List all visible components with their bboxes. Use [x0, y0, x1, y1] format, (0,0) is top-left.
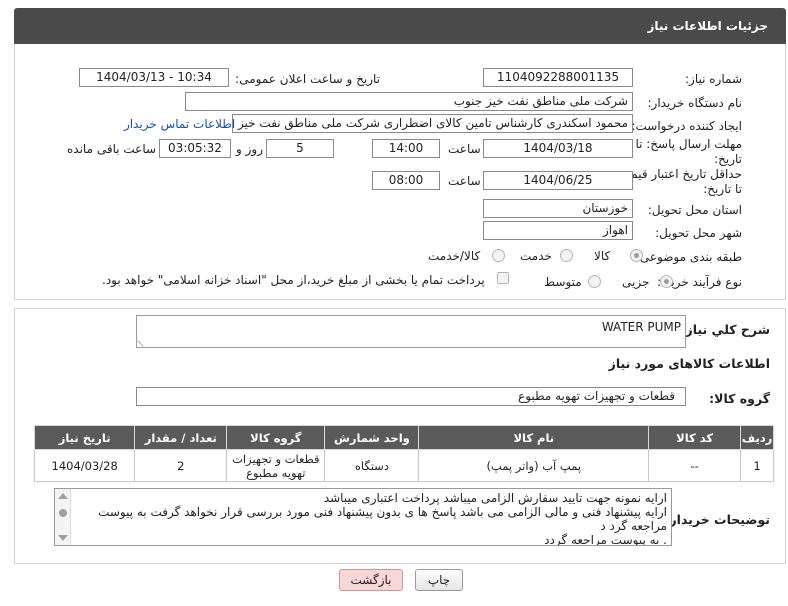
notes-line: . به پیوست مراجعه گردد — [544, 533, 667, 546]
purchase-radio-minor[interactable] — [660, 275, 673, 288]
validity-time-field[interactable]: 08:00 — [372, 171, 440, 190]
col-need-date: تاریخ نیاز — [33, 425, 136, 450]
treasury-payment-checkbox[interactable] — [497, 272, 509, 284]
treasury-payment-note: پرداخت تمام یا بخشی از مبلغ خرید،از محل … — [102, 273, 485, 287]
deadline-time-label: ساعت — [448, 142, 481, 156]
scroll-up-icon[interactable] — [58, 493, 68, 499]
panel-header: جزئیات اطلاعات نیاز — [14, 8, 786, 44]
creator-label: ایجاد کننده درخواست: — [631, 119, 742, 133]
table-row[interactable]: 1 -- پمپ آب (واتر پمپ) دستگاه قطعات و تج… — [33, 449, 774, 482]
goods-group-label: گروه کالا: — [709, 391, 770, 406]
cell-row-number: 1 — [740, 449, 774, 482]
days-label: روز و — [236, 142, 263, 156]
notes-line: مراجعه گرد د — [600, 519, 667, 533]
goods-table: ردیف کد کالا نام کالا واحد شمارش گروه کا… — [33, 425, 774, 482]
page-title: جزئیات اطلاعات نیاز — [647, 19, 768, 33]
goods-group-field[interactable]: قطعات و تجهیزات تهویه مطبوع — [136, 387, 686, 406]
city-field[interactable]: اهواز — [483, 221, 633, 240]
category-option-goods-service: کالا/خدمت — [428, 249, 481, 263]
validity-label-line2: تا تاریخ: — [703, 182, 742, 196]
back-button[interactable]: بازگشت — [339, 569, 403, 591]
category-option-goods: کالا — [594, 249, 611, 263]
buyer-notes-textarea[interactable]: ارایه نمونه جهت تایید سفارش الزامی میباش… — [54, 488, 672, 546]
buyer-org-field[interactable]: شرکت ملی مناطق نفت خیز جنوب — [185, 92, 633, 111]
creator-field[interactable]: محمود اسکندری کارشناس تامین کالای اضطرار… — [232, 114, 633, 133]
province-field[interactable]: خوزستان — [483, 199, 633, 218]
description-value: WATER PUMP — [601, 320, 681, 334]
category-radio-service[interactable] — [560, 249, 573, 262]
validity-label-line1: حداقل تاریخ اعتبار قیمت: — [615, 167, 742, 181]
description-textarea[interactable]: WATER PUMP — [136, 315, 686, 348]
purchase-option-minor: جزیی — [622, 275, 650, 289]
validity-time-label: ساعت — [448, 174, 481, 188]
buyer-notes-text: ارایه نمونه جهت تایید سفارش الزامی میباش… — [77, 491, 667, 546]
cell-unit: دستگاه — [324, 449, 420, 482]
cell-goods-code: -- — [648, 449, 742, 482]
print-button[interactable]: چاپ — [415, 569, 463, 591]
goods-table-header: ردیف کد کالا نام کالا واحد شمارش گروه کا… — [33, 425, 774, 450]
goods-section-title: اطلاعات کالاهای مورد نیاز — [608, 356, 770, 371]
cell-need-date: 1404/03/28 — [33, 449, 136, 482]
time-remaining-field[interactable]: 03:05:32 — [159, 139, 231, 158]
deadline-label-line2: تاریخ: — [714, 152, 742, 166]
col-goods-group: گروه کالا — [226, 425, 326, 450]
cell-goods-group: قطعات و تجهیزات تهویه مطبوع — [226, 449, 326, 482]
announce-label: تاریخ و ساعت اعلان عمومی: — [235, 72, 380, 86]
deadline-date-field[interactable]: 1404/03/18 — [483, 139, 633, 158]
validity-date-field[interactable]: 1404/06/25 — [483, 171, 633, 190]
buyer-org-label: نام دستگاه خریدار: — [647, 96, 743, 110]
cell-quantity: 2 — [134, 449, 228, 482]
col-row-number: ردیف — [740, 425, 774, 450]
announce-datetime-field[interactable]: 1404/03/13 - 10:34 — [79, 68, 229, 87]
deadline-label-line1: مهلت ارسال پاسخ: تا — [635, 137, 742, 151]
contact-buyer-link[interactable]: اطلاعات تماس خریدار — [124, 117, 235, 131]
time-remaining-label: ساعت باقی مانده — [67, 142, 157, 156]
notes-line: ارایه پیشنهاد فنی و مالی الزامی می باشد … — [98, 505, 667, 519]
col-goods-name: نام کالا — [418, 425, 650, 450]
notes-scrollbar[interactable] — [55, 489, 71, 545]
scroll-down-icon[interactable] — [58, 535, 68, 541]
category-radio-goods[interactable] — [630, 249, 643, 262]
notes-line: ارایه نمونه جهت تایید سفارش الزامی میباش… — [323, 491, 667, 505]
cell-goods-name: پمپ آب (واتر پمپ) — [418, 449, 650, 482]
city-label: شهر محل تحویل: — [655, 226, 742, 240]
days-remaining-field[interactable]: 5 — [266, 139, 334, 158]
category-radio-goods-service[interactable] — [492, 249, 505, 262]
need-number-label: شماره نیاز: — [685, 72, 742, 86]
purchase-radio-medium[interactable] — [588, 275, 601, 288]
category-option-service: خدمت — [520, 249, 552, 263]
description-label: شرح کلي نياز: — [680, 322, 770, 337]
col-goods-code: کد کالا — [648, 425, 742, 450]
col-unit: واحد شمارش — [324, 425, 420, 450]
category-label: طبقه بندی موضوعی: — [635, 250, 742, 264]
col-quantity: تعداد / مقدار — [134, 425, 228, 450]
need-number-field[interactable]: 1104092288001135 — [483, 68, 633, 87]
purchase-option-medium: متوسط — [544, 275, 582, 289]
scroll-thumb[interactable] — [59, 509, 67, 517]
resize-grip-icon[interactable] — [137, 335, 149, 347]
buyer-notes-label: توضیحات خریدار: — [664, 512, 770, 527]
province-label: استان محل تحویل: — [647, 203, 742, 217]
deadline-time-field[interactable]: 14:00 — [372, 139, 440, 158]
